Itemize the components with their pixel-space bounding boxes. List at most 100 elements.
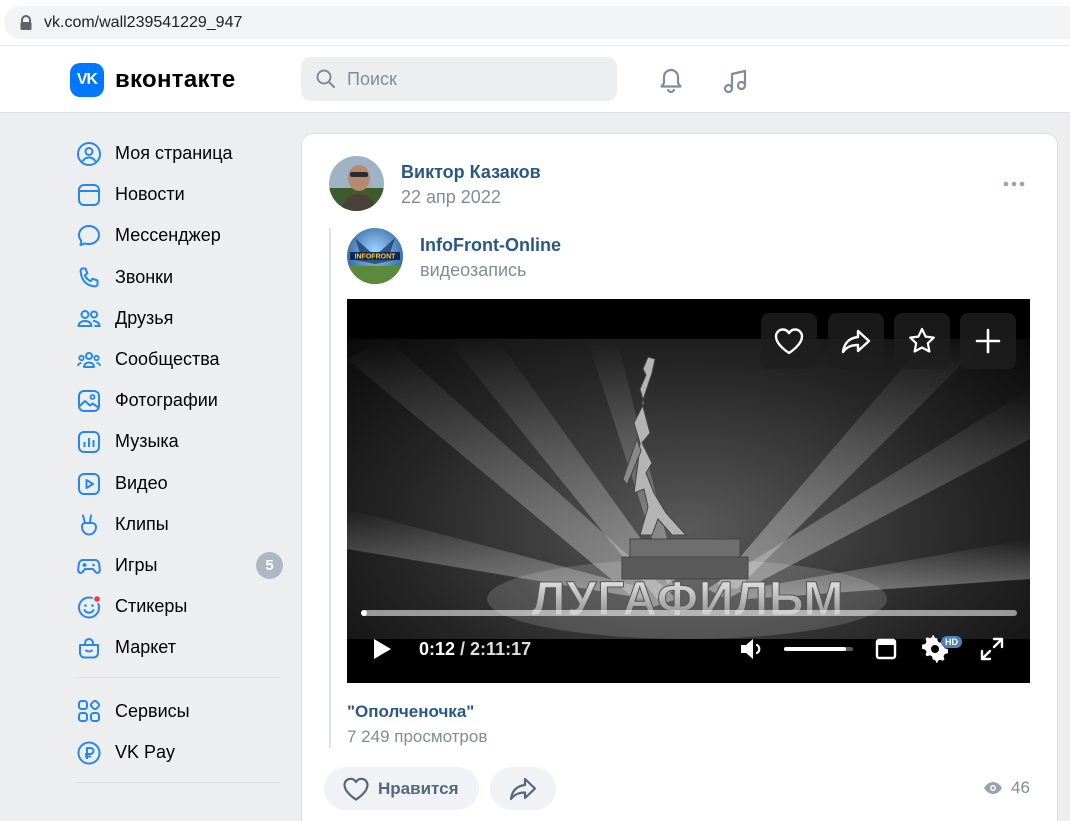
heart-outline-icon: [343, 777, 369, 801]
photos-icon: [78, 390, 100, 413]
vk-logo-badge: VK: [70, 63, 104, 97]
video-time: 0:12 / 2:11:17: [419, 639, 531, 660]
services-icon: [78, 700, 101, 723]
sidebar-item-label: Моя страница: [115, 143, 233, 164]
more-options-icon[interactable]: [1002, 178, 1026, 190]
url-text: vk.com/wall239541229_947: [44, 14, 243, 31]
search-input[interactable]: [347, 68, 587, 90]
volume-slider[interactable]: [784, 647, 853, 651]
video-current-time: 0:12: [419, 639, 456, 659]
sidebar-item-market[interactable]: Маркет: [66, 627, 284, 668]
sidebar-item-label: Фотографии: [115, 390, 218, 411]
repost-indicator-line: [329, 228, 331, 748]
video-add-button[interactable]: [960, 313, 1016, 369]
mini-player-icon[interactable]: [875, 638, 897, 660]
like-button[interactable]: Нравится: [324, 767, 479, 810]
views-count: 46: [1011, 778, 1030, 797]
video-progress-bar[interactable]: [361, 610, 1017, 616]
volume-icon[interactable]: [739, 637, 767, 661]
sidebar-item-games[interactable]: Игры 5: [66, 545, 284, 586]
news-icon: [78, 184, 100, 207]
share-button[interactable]: [490, 767, 556, 810]
like-label: Нравится: [378, 778, 459, 798]
sidebar-item-label: Сервисы: [115, 700, 190, 721]
sidebar-item-label: Сообщества: [115, 349, 220, 370]
browser-url-bar: vk.com/wall239541229_947: [0, 0, 1070, 45]
games-icon: [77, 558, 101, 574]
sidebar-item-music[interactable]: Музыка: [66, 421, 284, 462]
left-sidebar: Моя страница Новости Мессенджер Звонки Д…: [66, 133, 284, 795]
post-date[interactable]: 22 апр 2022: [401, 187, 501, 208]
sidebar-item-clips[interactable]: Клипы: [66, 504, 284, 545]
site-header: VK вконтакте: [0, 45, 1070, 113]
sidebar-item-photos[interactable]: Фотографии: [66, 380, 284, 421]
message-icon: [78, 225, 100, 247]
source-name[interactable]: InfoFront-Online: [420, 235, 561, 256]
video-controls: 0:12 / 2:11:17 HD: [347, 624, 1030, 674]
address-field[interactable]: vk.com/wall239541229_947: [4, 6, 1070, 39]
vkpay-icon: [77, 741, 101, 765]
author-avatar[interactable]: [329, 156, 384, 211]
search-box[interactable]: [301, 57, 617, 101]
star-icon: [909, 327, 935, 353]
sidebar-divider: [76, 781, 280, 783]
sidebar-item-messenger[interactable]: Мессенджер: [66, 215, 284, 256]
music-icon: [78, 431, 100, 454]
clips-icon: [80, 514, 98, 536]
share-arrow-icon: [509, 777, 537, 800]
video-progress-fill: [361, 610, 367, 616]
sidebar-item-label: Маркет: [115, 637, 176, 658]
sidebar-item-my-page[interactable]: Моя страница: [66, 133, 284, 174]
video-time-separator: /: [455, 639, 471, 659]
source-avatar-image: INFOFRONT: [347, 228, 403, 284]
friends-icon: [77, 309, 101, 327]
video-icon: [78, 472, 100, 495]
share-arrow-icon: [841, 329, 871, 354]
video-like-button[interactable]: [761, 313, 817, 369]
video-duration: 2:11:17: [470, 639, 532, 659]
post-views: 46: [983, 778, 1030, 798]
vk-logo-text: вконтакте: [115, 66, 236, 93]
sidebar-item-label: Мессенджер: [115, 225, 221, 246]
sidebar-item-video[interactable]: Видео: [66, 463, 284, 504]
market-icon: [79, 638, 99, 659]
user-circle-icon: [77, 142, 101, 166]
sidebar-item-label: Звонки: [115, 266, 174, 287]
sidebar-item-label: Клипы: [115, 513, 169, 534]
music-note-icon[interactable]: [721, 66, 751, 96]
phone-icon: [79, 267, 99, 287]
sidebar-item-communities[interactable]: Сообщества: [66, 339, 284, 380]
sidebar-item-services[interactable]: Сервисы: [66, 690, 284, 731]
video-title[interactable]: "Ополченочка": [347, 702, 474, 722]
wall-post: Виктор Казаков 22 апр 2022 INFOFRONT Inf…: [301, 133, 1058, 821]
volume-level: [784, 647, 847, 651]
hd-quality-badge: HD: [941, 636, 962, 648]
author-avatar-image: [329, 156, 384, 211]
video-share-button[interactable]: [828, 313, 884, 369]
video-favorite-button[interactable]: [894, 313, 950, 369]
plus-icon: [975, 328, 1001, 354]
search-icon: [316, 69, 336, 89]
source-avatar[interactable]: INFOFRONT: [347, 228, 403, 284]
video-player[interactable]: ЛУГАФИЛЬМ 0:12 / 2:11:17 HD: [347, 299, 1030, 683]
video-overlay-text: ЛУГАФИЛЬМ: [532, 573, 845, 626]
sidebar-item-calls[interactable]: Звонки: [66, 257, 284, 298]
sidebar-item-label: Видео: [115, 472, 168, 493]
sidebar-item-label: VK Pay: [115, 741, 176, 762]
bell-icon[interactable]: [657, 66, 685, 94]
vk-logo[interactable]: VK вконтакте: [70, 63, 236, 97]
sidebar-item-vkpay[interactable]: VK Pay: [66, 732, 284, 773]
heart-icon: [774, 328, 804, 355]
sidebar-item-friends[interactable]: Друзья: [66, 298, 284, 339]
communities-icon: [77, 351, 101, 368]
sidebar-item-news[interactable]: Новости: [66, 174, 284, 215]
sidebar-item-stickers[interactable]: Стикеры: [66, 586, 284, 627]
fullscreen-icon[interactable]: [980, 637, 1004, 661]
lock-icon: [20, 15, 32, 30]
post-author-name[interactable]: Виктор Казаков: [401, 162, 541, 183]
play-icon[interactable]: [371, 637, 393, 661]
sidebar-item-label: Игры: [115, 554, 158, 575]
stickers-icon: [78, 594, 102, 619]
sidebar-divider: [76, 677, 280, 679]
sidebar-item-label: Друзья: [115, 307, 174, 328]
